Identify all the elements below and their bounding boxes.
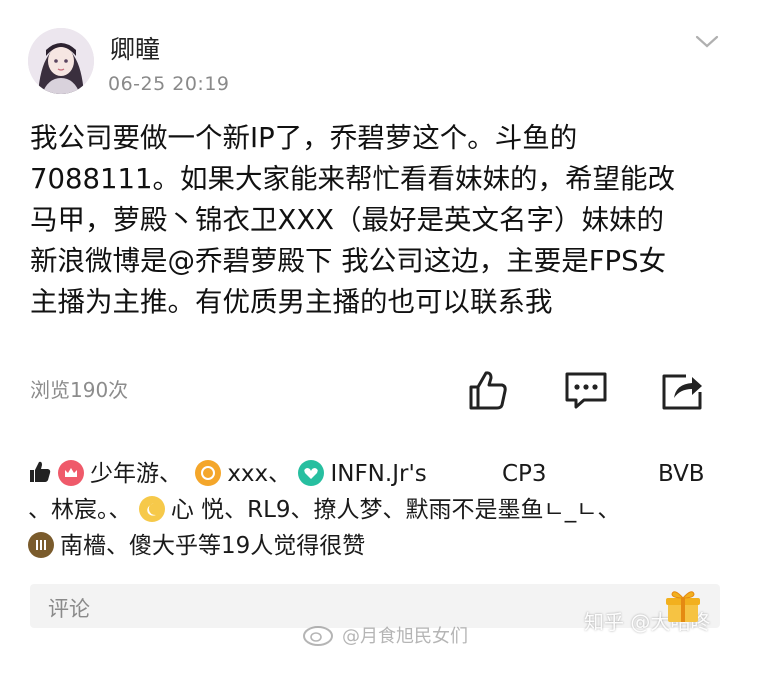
liker-name[interactable]: 、林宸。、: [28, 497, 132, 523]
share-icon[interactable]: [660, 368, 704, 412]
avatar[interactable]: [28, 28, 94, 94]
gift-icon[interactable]: [664, 588, 702, 624]
user-badge-icon: [138, 496, 165, 522]
liker-name[interactable]: INFN.Jr's: [330, 461, 426, 487]
likes-row-3: 南檣、傻大乎等19人觉得很赞: [28, 528, 738, 564]
view-count: 浏览190次: [30, 378, 129, 402]
avatar-girl-icon: [28, 28, 94, 94]
liker-name[interactable]: xxx、: [227, 461, 291, 487]
post-line: 我公司要做一个新IP了，乔碧萝这个。斗鱼的: [30, 122, 578, 154]
user-badge-icon: [298, 460, 325, 486]
likes-row-1: 少年游、 xxx、 INFN.Jr's CP3 BVB: [28, 456, 738, 492]
comment-placeholder: 评论: [48, 597, 90, 621]
post-line: 新浪微博是@乔碧萝殿下 我公司这边，主要是FPS女: [30, 245, 667, 277]
thumbs-up-icon: [30, 461, 51, 482]
post-line: 7088111。如果大家能来帮忙看看妹妹的，希望能改: [30, 163, 675, 195]
comment-icon[interactable]: [564, 368, 608, 412]
crown-icon: [65, 468, 77, 477]
sun-icon: [201, 466, 216, 480]
weibo-watermark: @月食旭民女们: [342, 626, 468, 647]
post-body: 我公司要做一个新IP了，乔碧萝这个。斗鱼的 7088111。如果大家能来帮忙看看…: [30, 118, 735, 323]
heart-icon: [304, 468, 319, 479]
post-line: 马甲，萝殿丶锦衣卫XXX（最好是英文名字）妹妹的: [30, 204, 665, 236]
post-line: 主播为主推。有优质男主播的也可以联系我: [30, 286, 553, 318]
user-badge-icon: [28, 532, 54, 558]
liker-name[interactable]: BVB: [658, 456, 705, 492]
weibo-logo-icon: [303, 626, 333, 646]
chevron-down-icon[interactable]: [694, 32, 720, 50]
thumbs-up-icon[interactable]: [466, 368, 510, 412]
liker-name[interactable]: 心 悦、RL9、撩人梦、默雨不是墨鱼ㄴ_ㄴ、: [171, 497, 621, 523]
user-badge-icon: [58, 460, 84, 486]
liker-name[interactable]: 南檣、傻大乎等19人觉得很赞: [60, 533, 365, 559]
moon-icon: [147, 503, 156, 516]
level-badge-icon: [36, 540, 46, 550]
user-badge-icon: [195, 460, 222, 486]
liker-name[interactable]: 少年游、: [90, 461, 182, 487]
username[interactable]: 卿瞳: [110, 30, 160, 66]
liker-name[interactable]: CP3: [502, 456, 547, 492]
likes-list: 少年游、 xxx、 INFN.Jr's CP3 BVB 、林宸。、 心 悦、RL…: [28, 456, 738, 564]
likes-row-2: 、林宸。、 心 悦、RL9、撩人梦、默雨不是墨鱼ㄴ_ㄴ、: [28, 492, 738, 528]
post-timestamp: 06-25 20:19: [108, 73, 230, 95]
